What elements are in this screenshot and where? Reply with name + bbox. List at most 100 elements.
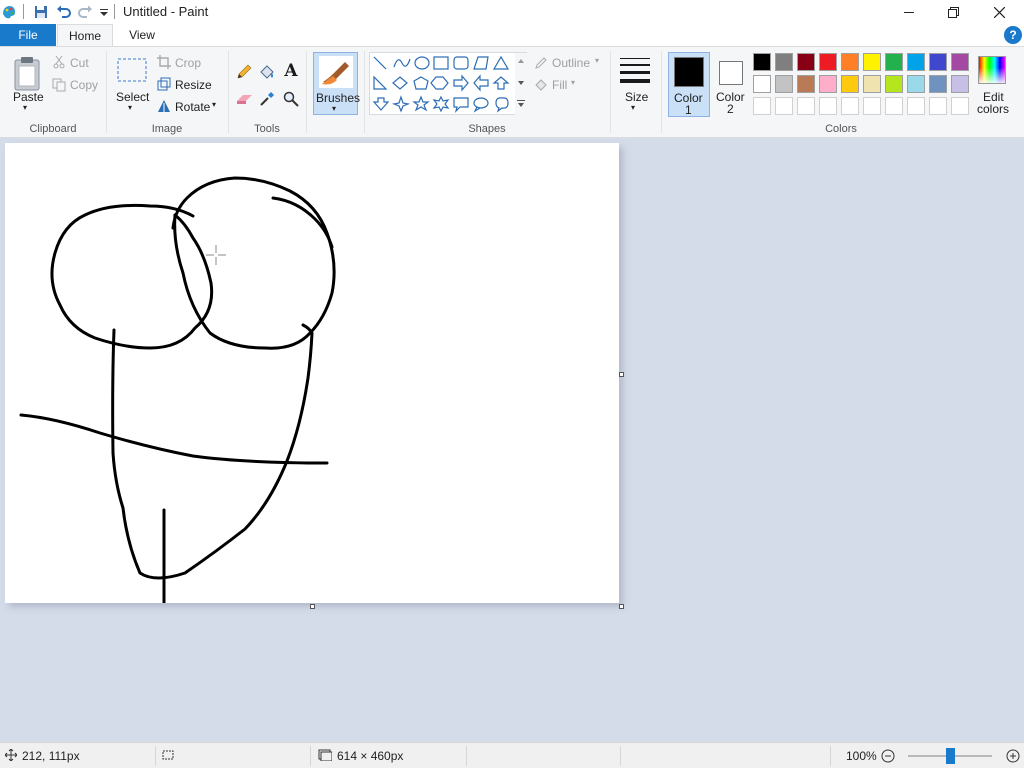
palette-swatch[interactable] [797, 53, 815, 71]
palette-swatch[interactable] [775, 97, 793, 115]
select-dropdown-chevron-icon[interactable]: ▾ [128, 103, 132, 112]
paste-dropdown-chevron-icon[interactable]: ▾ [23, 103, 27, 112]
palette-swatch[interactable] [819, 97, 837, 115]
crop-icon [157, 55, 171, 69]
paint-app-icon[interactable] [0, 3, 18, 21]
redo-icon[interactable] [76, 3, 94, 21]
status-bar: 212, 111px 614 × 460px 100% [0, 742, 1024, 768]
clipboard-group-label: Clipboard [29, 123, 77, 135]
shapes-gallery [369, 52, 528, 116]
undo-icon[interactable] [54, 3, 72, 21]
pencil-icon[interactable] [235, 63, 253, 81]
customize-toolbar-icon[interactable] [95, 3, 113, 21]
color2-button[interactable]: Color 2 [712, 52, 750, 117]
palette-swatch[interactable] [907, 75, 925, 93]
copy-icon [52, 78, 66, 92]
palette-swatch[interactable] [863, 75, 881, 93]
minimize-button[interactable] [886, 0, 932, 24]
palette-swatch[interactable] [863, 97, 881, 115]
resize-handle-corner[interactable] [619, 604, 624, 609]
palette-swatch[interactable] [885, 53, 903, 71]
palette-swatch[interactable] [951, 75, 969, 93]
eraser-icon[interactable] [235, 90, 253, 108]
group-divider [228, 51, 229, 133]
palette-swatch[interactable] [753, 75, 771, 93]
palette-swatch[interactable] [885, 97, 903, 115]
zoom-level: 100% [846, 749, 877, 763]
paste-button[interactable] [10, 53, 44, 95]
palette-swatch[interactable] [775, 53, 793, 71]
palette-swatch[interactable] [929, 53, 947, 71]
select-button[interactable] [116, 57, 148, 83]
palette-swatch[interactable] [907, 97, 925, 115]
ribbon: Paste ▾ Cut Copy Clipboard Select ▾ Crop… [0, 46, 1024, 138]
size-dropdown-chevron-icon[interactable]: ▾ [631, 103, 635, 112]
text-tool-icon[interactable]: A [282, 61, 300, 81]
zoom-in-icon[interactable] [1005, 748, 1021, 764]
rotate-button[interactable]: Rotate [175, 100, 210, 114]
save-icon[interactable] [32, 3, 50, 21]
palette-swatch[interactable] [797, 75, 815, 93]
palette-swatch[interactable] [819, 75, 837, 93]
crop-button[interactable]: Crop [175, 56, 201, 70]
canvas-workspace[interactable] [0, 138, 1024, 742]
color-picker-icon[interactable] [258, 90, 276, 108]
palette-swatch[interactable] [929, 97, 947, 115]
crosshair-cursor-icon [206, 245, 226, 265]
fill-dropdown-chevron-icon[interactable]: ▾ [571, 78, 575, 87]
brushes-button[interactable]: Brushes ▾ [313, 52, 360, 115]
palette-swatch[interactable] [841, 53, 859, 71]
magnifier-icon[interactable] [282, 90, 300, 108]
palette-swatch[interactable] [841, 97, 859, 115]
zoom-out-icon[interactable] [880, 748, 896, 764]
palette-swatch[interactable] [907, 53, 925, 71]
tab-home[interactable]: Home [57, 24, 113, 46]
size-button[interactable] [618, 55, 652, 85]
palette-swatch[interactable] [885, 75, 903, 93]
divider [155, 746, 156, 766]
cut-button[interactable]: Cut [70, 56, 89, 70]
close-button[interactable] [976, 0, 1022, 24]
color-palette [753, 53, 973, 117]
title-bar: Untitled - Paint [0, 0, 1024, 24]
shapes-grid[interactable] [370, 53, 528, 116]
edit-colors-button[interactable]: Edit colors [975, 52, 1011, 117]
palette-swatch[interactable] [951, 53, 969, 71]
palette-swatch[interactable] [841, 75, 859, 93]
tab-view[interactable]: View [116, 24, 168, 46]
palette-swatch[interactable] [951, 97, 969, 115]
restore-button[interactable] [930, 0, 976, 24]
help-button[interactable]: ? [1004, 26, 1022, 44]
color2-number: 2 [727, 102, 734, 116]
cursor-position: 212, 111px [22, 749, 80, 763]
scissors-icon [52, 55, 66, 69]
palette-swatch[interactable] [753, 97, 771, 115]
canvas-drawing [19, 176, 336, 605]
palette-swatch[interactable] [929, 75, 947, 93]
copy-button[interactable]: Copy [70, 78, 98, 92]
fill-bucket-icon[interactable] [258, 63, 276, 81]
size-label: Size [625, 90, 649, 104]
rotate-dropdown-chevron-icon[interactable]: ▾ [212, 100, 216, 109]
zoom-slider-thumb[interactable] [946, 748, 955, 764]
color1-button[interactable]: Color 1 [668, 52, 710, 117]
shapes-group-label: Shapes [468, 123, 506, 135]
resize-handle-bottom[interactable] [310, 604, 315, 609]
resize-handle-right[interactable] [619, 372, 624, 377]
fill-icon [533, 77, 549, 93]
palette-swatch[interactable] [775, 75, 793, 93]
drawing-canvas[interactable] [5, 143, 619, 605]
divider [466, 746, 467, 766]
palette-swatch[interactable] [819, 53, 837, 71]
fill-button[interactable]: Fill [552, 78, 567, 92]
palette-swatch[interactable] [753, 53, 771, 71]
palette-swatch[interactable] [797, 97, 815, 115]
image-group-label: Image [151, 123, 183, 135]
divider [23, 4, 24, 19]
tab-file[interactable]: File [0, 24, 56, 46]
palette-swatch[interactable] [863, 53, 881, 71]
drawn-stroke [111, 323, 314, 580]
outline-dropdown-chevron-icon[interactable]: ▾ [595, 56, 599, 65]
resize-button[interactable]: Resize [175, 78, 212, 92]
outline-button[interactable]: Outline [552, 56, 590, 70]
